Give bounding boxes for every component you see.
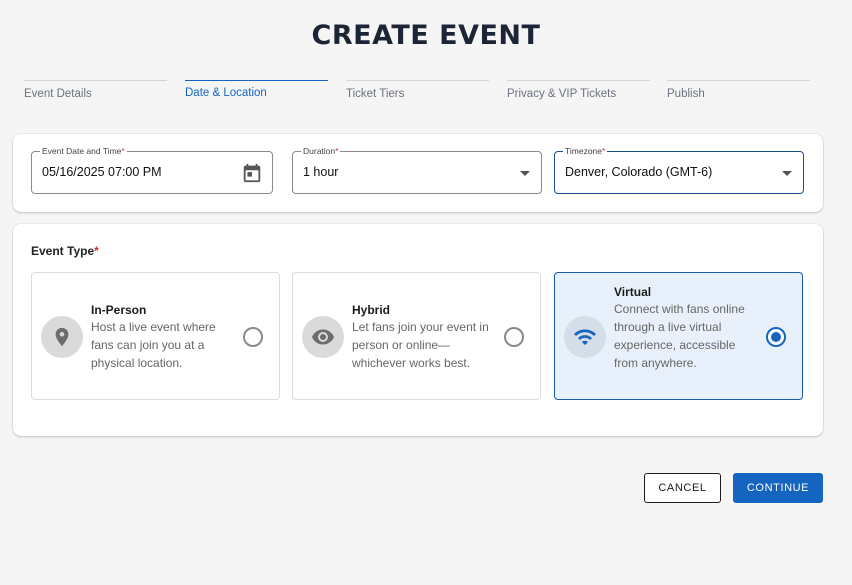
- required-mark: *: [335, 146, 339, 156]
- eye-icon: [302, 316, 344, 358]
- event-type-in-person[interactable]: In-Person Host a live event where fans c…: [31, 272, 280, 400]
- step-privacy-vip[interactable]: Privacy & VIP Tickets: [507, 80, 650, 104]
- step-event-details[interactable]: Event Details: [24, 80, 167, 104]
- option-description: Connect with fans online through a live …: [614, 302, 745, 370]
- calendar-icon[interactable]: [241, 162, 263, 184]
- option-title: Hybrid: [352, 303, 391, 317]
- event-type-hybrid[interactable]: Hybrid Let fans join your event in perso…: [292, 272, 541, 400]
- step-publish[interactable]: Publish: [667, 80, 810, 104]
- event-type-virtual[interactable]: Virtual Connect with fans online through…: [554, 272, 803, 400]
- virtual-radio[interactable]: [766, 327, 786, 347]
- option-title: In-Person: [91, 303, 147, 317]
- event-datetime-label: Event Date and Time*: [40, 146, 127, 156]
- required-mark: *: [121, 146, 125, 156]
- option-description: Host a live event where fans can join yo…: [91, 320, 216, 370]
- stepper: Event Details Date & Location Ticket Tie…: [24, 80, 810, 104]
- event-datetime-field[interactable]: Event Date and Time* 05/16/2025 07:00 PM: [31, 146, 273, 194]
- hybrid-radio[interactable]: [504, 327, 524, 347]
- duration-value: 1 hour: [303, 165, 339, 179]
- option-title: Virtual: [614, 285, 652, 299]
- date-location-card: Event Date and Time* 05/16/2025 07:00 PM…: [13, 134, 823, 212]
- timezone-select[interactable]: Timezone* Denver, Colorado (GMT-6): [554, 146, 804, 194]
- event-datetime-value: 05/16/2025 07:00 PM: [42, 165, 162, 179]
- page-title: CREATE EVENT: [311, 20, 541, 51]
- chevron-down-icon[interactable]: [520, 171, 530, 176]
- wifi-icon: [564, 316, 606, 358]
- event-type-label: Event Type*: [31, 244, 99, 258]
- step-ticket-tiers[interactable]: Ticket Tiers: [346, 80, 489, 104]
- cancel-button[interactable]: CANCEL: [644, 473, 721, 503]
- timezone-value: Denver, Colorado (GMT-6): [565, 165, 713, 179]
- event-type-label-text: Event Type: [31, 244, 95, 258]
- duration-select[interactable]: Duration* 1 hour: [292, 146, 542, 194]
- option-description: Let fans join your event in person or on…: [352, 320, 489, 370]
- event-datetime-label-text: Event Date and Time: [42, 146, 122, 156]
- location-pin-icon: [41, 316, 83, 358]
- timezone-label-text: Timezone: [565, 146, 603, 156]
- event-type-card: Event Type* In-Person Host a live event …: [13, 224, 823, 436]
- step-date-location[interactable]: Date & Location: [185, 80, 328, 104]
- required-mark: *: [94, 244, 99, 258]
- timezone-label: Timezone*: [563, 146, 608, 156]
- continue-button[interactable]: CONTINUE: [733, 473, 823, 503]
- in-person-radio[interactable]: [243, 327, 263, 347]
- required-mark: *: [602, 146, 606, 156]
- chevron-down-icon[interactable]: [782, 171, 792, 176]
- duration-label-text: Duration: [303, 146, 336, 156]
- duration-label: Duration*: [301, 146, 341, 156]
